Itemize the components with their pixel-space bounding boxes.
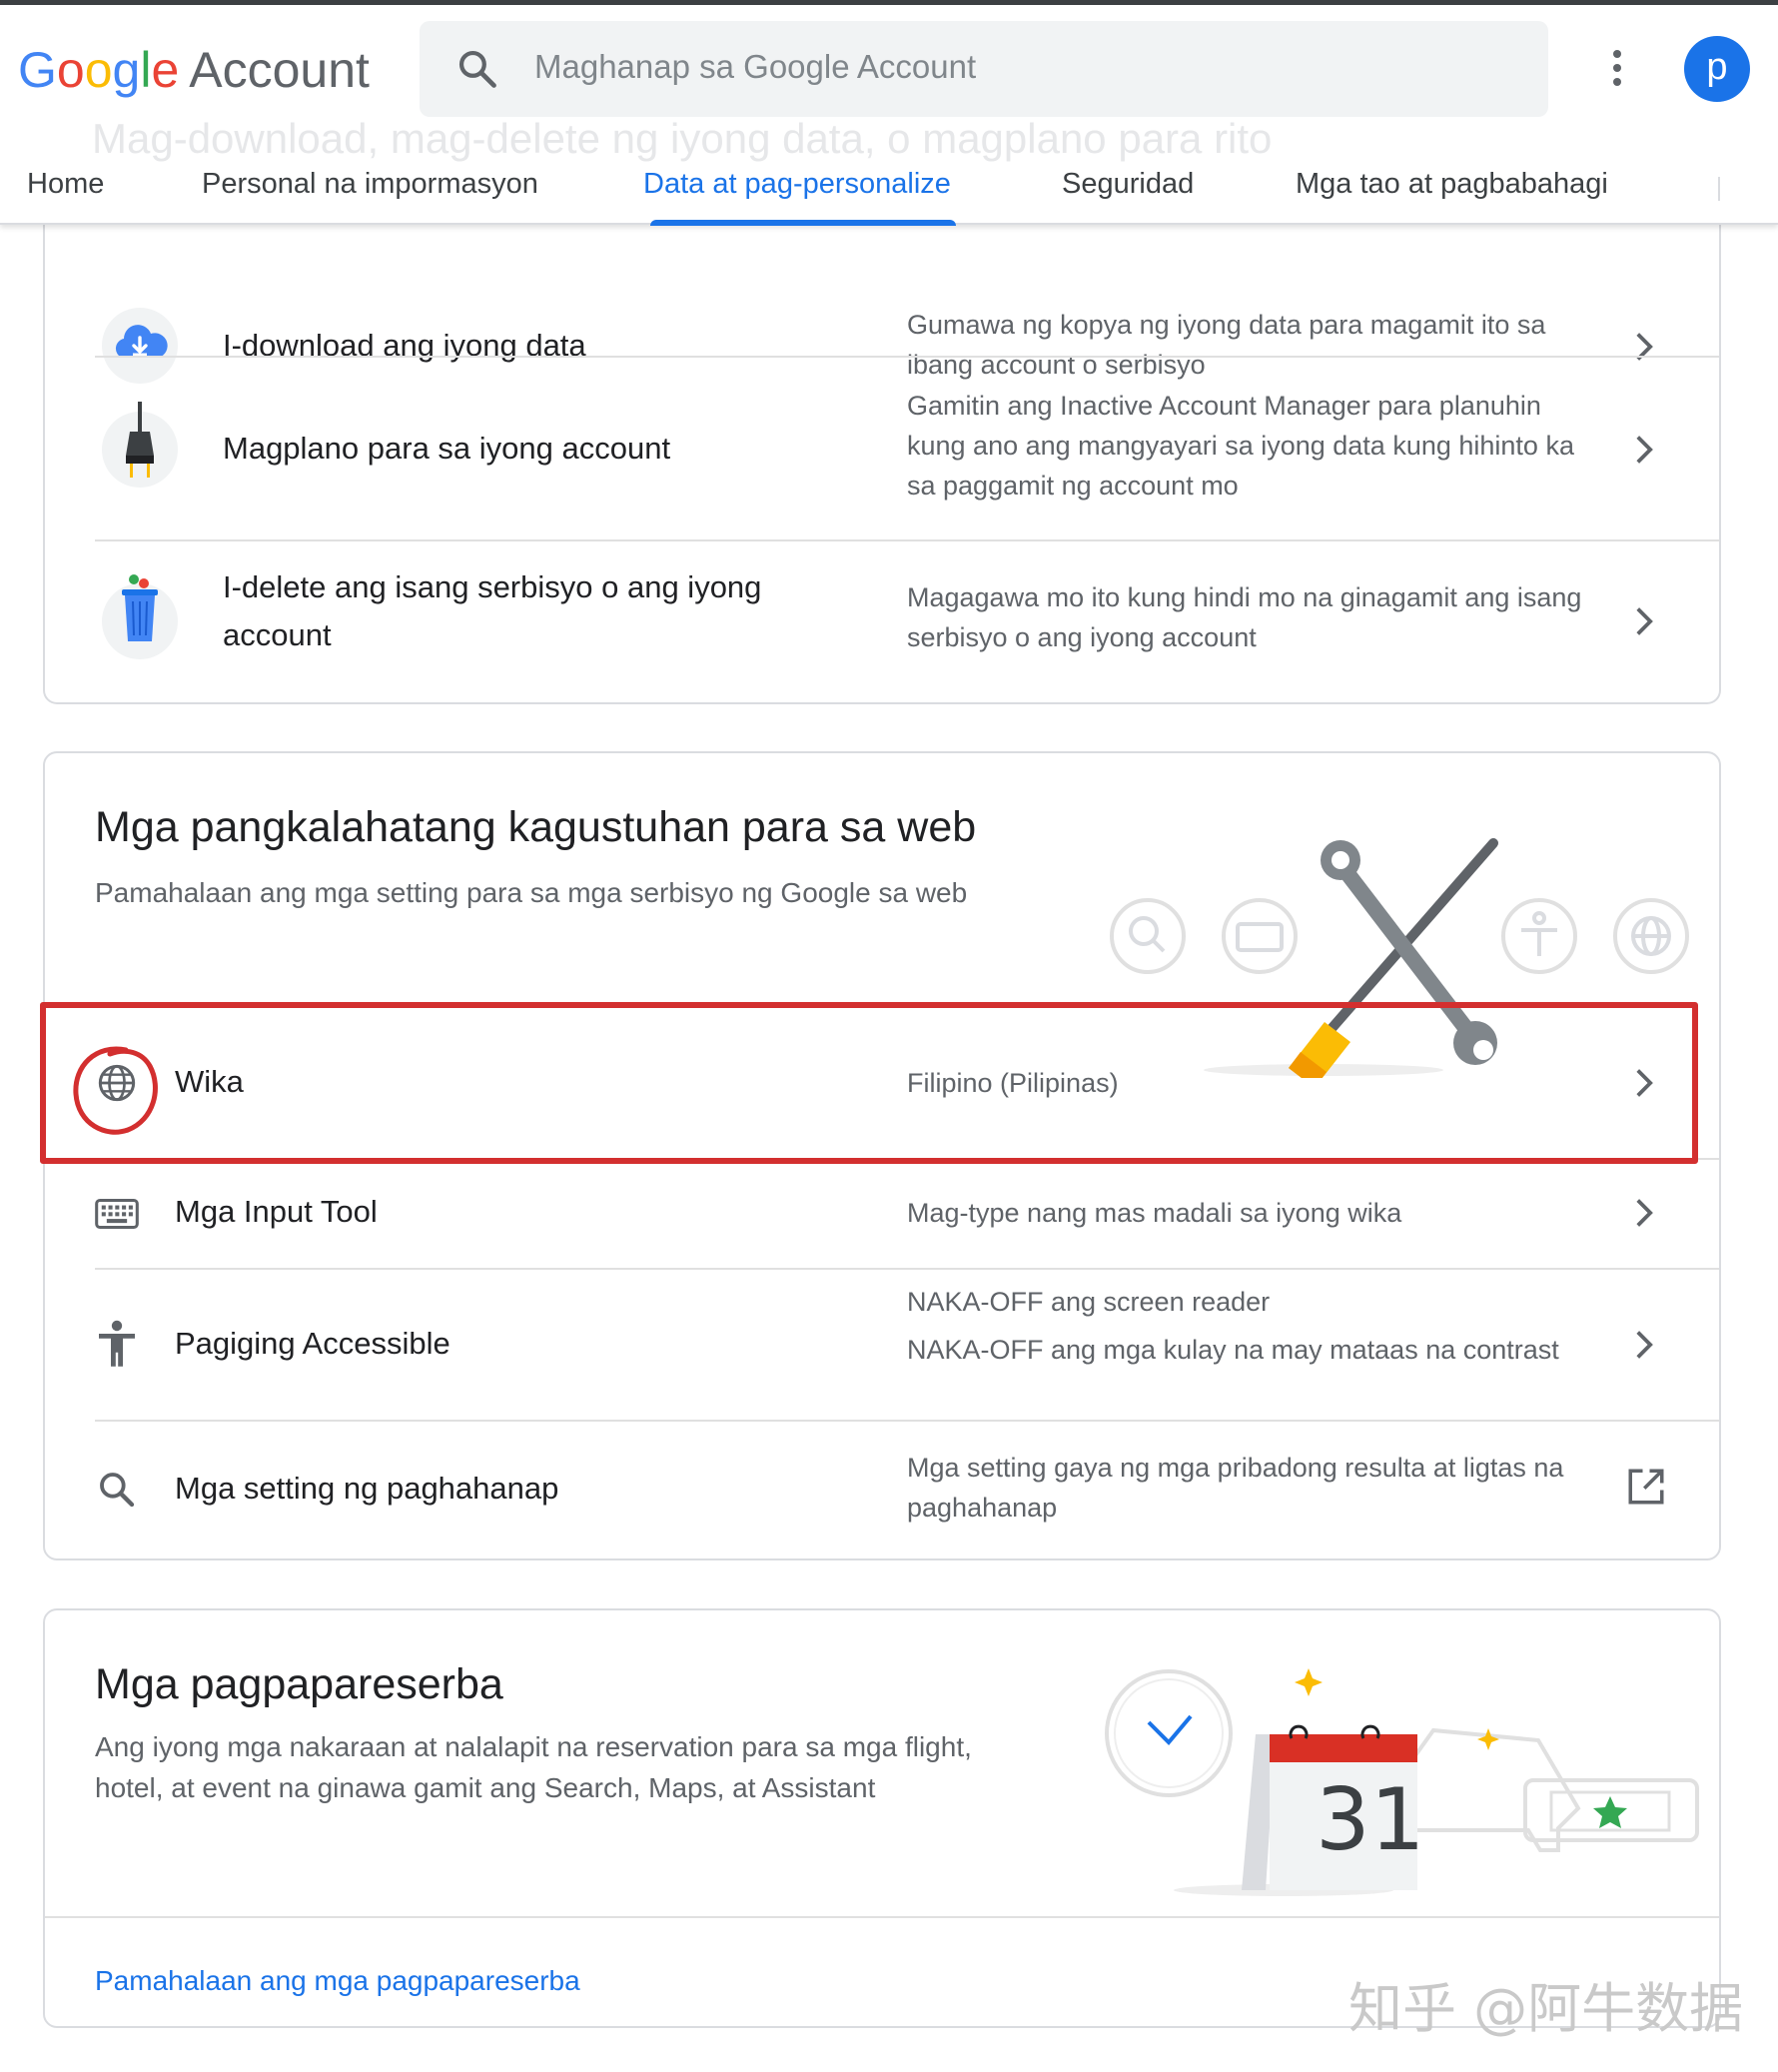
search-icon[interactable] (455, 47, 499, 91)
avatar[interactable]: p (1684, 36, 1750, 102)
section-subtitle: Pamahalaan ang mga setting para sa mga s… (95, 877, 968, 908)
high-contrast-status: NAKA-OFF ang mga kulay na may mataas na … (907, 1335, 1559, 1365)
tab-home[interactable]: Home (27, 168, 104, 201)
search-input[interactable]: Maghanap sa Google Account (534, 48, 976, 86)
chevron-right-icon (1636, 436, 1653, 464)
row-download-data[interactable]: I-download ang iyong data Gumawa ng kopy… (45, 222, 1719, 384)
plug-icon (102, 402, 178, 488)
row-title: Mga setting ng paghahanap (175, 1471, 559, 1506)
search-icon (100, 1473, 135, 1508)
section-title: Mga pangkalahatang kagustuhan para sa we… (95, 803, 977, 851)
watermark: 知乎 @阿牛数据 (1348, 1977, 1744, 2040)
row-accessibility[interactable]: Pagiging Accessible NAKA-OFF ang screen … (45, 1270, 1719, 1420)
scrolled-page-title: Mag-download, mag-delete ng iyong data, … (92, 115, 1273, 162)
tab-people-sharing[interactable]: Mga tao at pagbabahagi (1296, 168, 1608, 201)
data-actions-card: I-download ang iyong data Gumawa ng kopy… (43, 150, 1721, 704)
open-in-new-icon[interactable] (1625, 1466, 1667, 1508)
app-header: Google Account Maghanap sa Google Account… (0, 5, 1778, 226)
accessibility-icon (99, 1320, 135, 1367)
section-title: Mga pagpapareserba (95, 1660, 503, 1708)
row-description: Gamitin ang Inactive Account Manager par… (907, 391, 1574, 501)
row-description: Mag-type nang mas madali sa iyong wika (907, 1198, 1402, 1228)
row-title: I-delete ang isang serbisyo o ang iyong … (223, 569, 762, 652)
hand-drawn-circle (73, 1046, 158, 1135)
chevron-right-icon (1636, 1331, 1653, 1359)
row-title: Magplano para sa iyong account (223, 431, 671, 466)
row-description: Mga setting gaya ng mga pribadong result… (907, 1453, 1564, 1523)
keyboard-icon (95, 1198, 139, 1230)
row-title: Pagiging Accessible (175, 1326, 450, 1361)
chevron-right-icon (1636, 607, 1653, 635)
screen-reader-status: NAKA-OFF ang screen reader (907, 1287, 1271, 1317)
tab-overflow-divider (1718, 177, 1720, 201)
row-delete-service[interactable]: I-delete ang isang serbisyo o ang iyong … (45, 541, 1719, 704)
highlight-box (40, 1002, 1698, 1164)
row-input-tools[interactable]: Mga Input Tool Mag-type nang mas madali … (45, 1160, 1719, 1268)
row-description: Magagawa mo ito kung hindi mo na ginagam… (907, 582, 1582, 652)
row-plan-account[interactable]: Magplano para sa iyong account Gamitin a… (45, 358, 1719, 539)
search-bar[interactable]: Maghanap sa Google Account (420, 21, 1548, 117)
active-tab-indicator (650, 220, 956, 226)
section-subtitle: Ang iyong mga nakaraan at nalalapit na r… (95, 1731, 972, 1803)
trash-can-icon (102, 574, 178, 659)
more-options-icon[interactable] (1602, 50, 1632, 94)
manage-reservations-link[interactable]: Pamahalaan ang mga pagpapareserba (95, 1965, 580, 1997)
divider (45, 1916, 1719, 1918)
google-account-logo[interactable]: Google Account (18, 41, 370, 99)
tab-security[interactable]: Seguridad (1062, 168, 1194, 201)
chevron-right-icon (1636, 1199, 1653, 1227)
row-title: Mga Input Tool (175, 1194, 378, 1229)
calendar-day: 31 (1316, 1770, 1425, 1870)
tab-personal-info[interactable]: Personal na impormasyon (202, 168, 538, 201)
tab-data-personalization[interactable]: Data at pag-personalize (643, 168, 951, 201)
row-search-settings[interactable]: Mga setting ng paghahanap Mga setting ga… (45, 1422, 1719, 1560)
